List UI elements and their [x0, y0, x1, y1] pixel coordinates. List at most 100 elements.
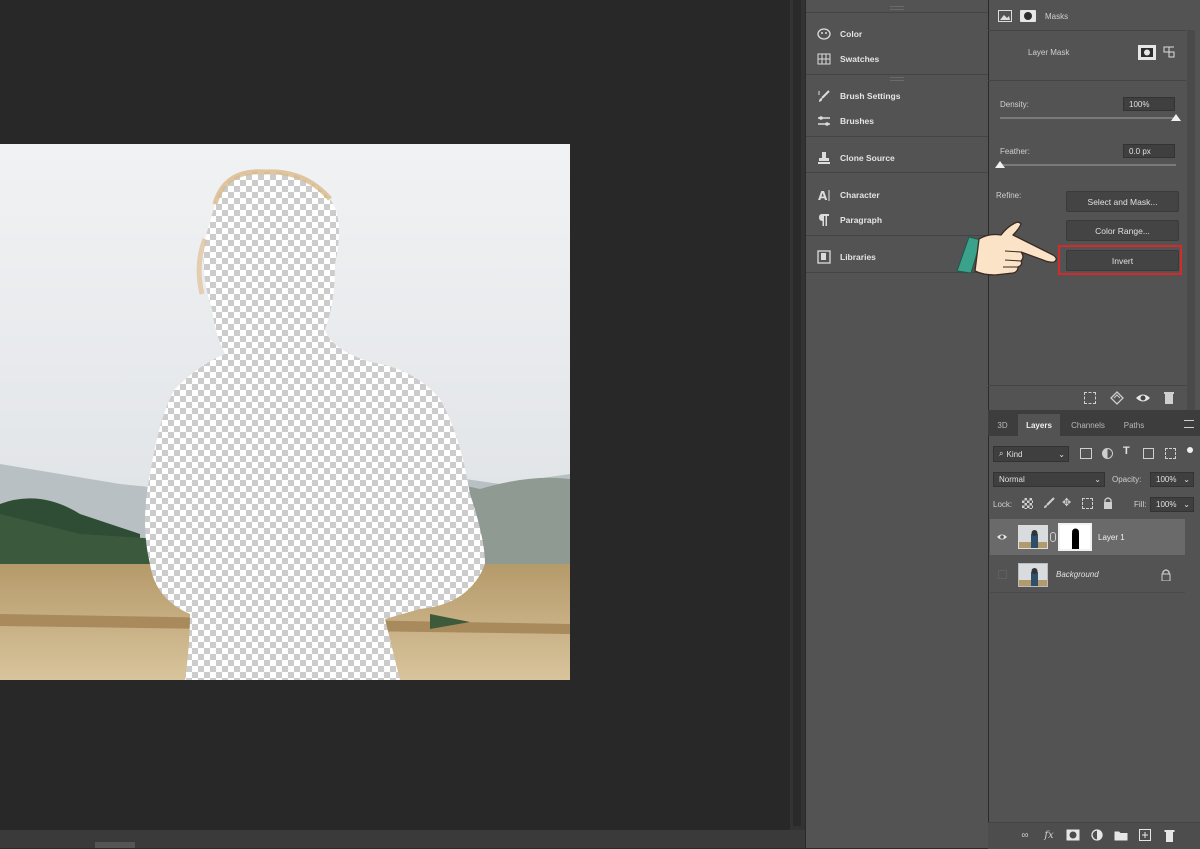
background-lock-icon	[1161, 569, 1171, 582]
dock-grip[interactable]	[890, 77, 904, 81]
panel-label-brushes: Brushes	[840, 116, 875, 126]
opacity-value: 100%	[1156, 475, 1177, 484]
panel-clone-source[interactable]: Clone Source	[816, 148, 981, 168]
add-mask-icon[interactable]	[1066, 828, 1080, 842]
fill-field[interactable]: 100% ⌄	[1150, 497, 1194, 512]
pointing-hand-icon	[955, 215, 1060, 280]
lock-transparent-pixels-icon[interactable]	[1022, 498, 1033, 509]
background-layer-name: Background	[1056, 570, 1099, 579]
dock-separator	[806, 172, 989, 173]
svg-text:A: A	[818, 189, 828, 202]
tab-3d[interactable]: 3D	[990, 414, 1015, 436]
apply-mask-icon[interactable]	[1110, 391, 1124, 405]
new-adjustment-layer-icon[interactable]	[1090, 828, 1104, 842]
opacity-label: Opacity:	[1112, 475, 1142, 484]
layer-mask-icon[interactable]	[1020, 10, 1036, 22]
layer-1-thumbnail[interactable]	[1018, 525, 1048, 549]
clone-stamp-icon	[816, 151, 832, 165]
search-icon: ⌕	[999, 449, 1004, 458]
panel-menu-icon[interactable]	[1184, 420, 1194, 428]
masked-photo[interactable]	[0, 144, 570, 680]
feather-field[interactable]: 0.0 px	[1123, 144, 1175, 158]
canvas-scroll-thumb[interactable]	[793, 0, 801, 826]
select-and-mask-button[interactable]: Select and Mask...	[1066, 191, 1179, 212]
density-slider-thumb[interactable]	[1171, 114, 1181, 121]
panel-label-brush-settings: Brush Settings	[840, 91, 901, 101]
toggle-mask-visibility-icon[interactable]	[1135, 391, 1151, 405]
panel-brush-settings[interactable]: Brush Settings	[816, 86, 981, 106]
panel-label-paragraph: Paragraph	[840, 215, 883, 225]
panel-color[interactable]: Color	[816, 24, 981, 44]
dock-separator	[806, 74, 989, 75]
panel-label-character: Character	[840, 190, 880, 200]
layer-visibility-off-box[interactable]	[998, 570, 1007, 579]
lock-position-icon[interactable]: ✥	[1062, 497, 1074, 509]
properties-separator	[988, 30, 1186, 31]
delete-mask-icon[interactable]	[1163, 391, 1175, 405]
properties-scrollbar[interactable]	[1187, 30, 1195, 410]
filter-shape-icon[interactable]	[1143, 448, 1154, 459]
feather-label: Feather:	[1000, 147, 1030, 156]
blend-mode-select[interactable]: Normal ⌄	[993, 472, 1105, 487]
dock-separator	[806, 136, 989, 137]
chevron-down-icon: ⌄	[1183, 475, 1190, 484]
panel-label-color: Color	[840, 29, 863, 39]
properties-separator	[988, 80, 1186, 81]
layer-style-fx-icon[interactable]: fx	[1042, 828, 1056, 842]
opacity-field[interactable]: 100% ⌄	[1150, 472, 1194, 487]
layer-row-layer-1[interactable]: Layer 1	[990, 519, 1185, 555]
lock-image-pixels-icon[interactable]	[1043, 497, 1055, 509]
panel-brushes[interactable]: Brushes	[816, 111, 981, 131]
filter-adjustment-icon[interactable]	[1102, 448, 1113, 459]
feather-slider-thumb[interactable]	[995, 161, 1005, 168]
select-vector-mask-icon[interactable]	[1162, 45, 1176, 60]
panel-swatches[interactable]: Swatches	[816, 49, 981, 69]
panel-label-libraries: Libraries	[840, 252, 876, 262]
layer-mask-link-icon[interactable]	[1050, 532, 1056, 542]
character-icon: A	[816, 188, 832, 202]
delete-layer-icon[interactable]	[1162, 828, 1176, 842]
density-field[interactable]: 100%	[1123, 97, 1175, 111]
refine-label: Refine:	[996, 191, 1022, 200]
filter-type-icon[interactable]: T	[1123, 445, 1135, 459]
feather-slider[interactable]	[1000, 164, 1176, 166]
fill-label: Fill:	[1134, 500, 1147, 509]
filter-toggle-icon[interactable]	[1187, 447, 1193, 453]
swatches-grid-icon	[816, 52, 832, 66]
layer-row-background[interactable]: Background	[990, 557, 1185, 593]
blend-mode-value: Normal	[999, 475, 1025, 484]
brush-settings-icon	[816, 89, 832, 103]
invert-button[interactable]: Invert	[1066, 250, 1179, 271]
libraries-icon	[816, 250, 832, 264]
new-layer-icon[interactable]	[1138, 828, 1152, 842]
link-layers-icon[interactable]: ∞	[1018, 828, 1032, 842]
tab-channels[interactable]: Channels	[1062, 414, 1114, 436]
load-selection-icon[interactable]	[1084, 392, 1096, 404]
tab-paths[interactable]: Paths	[1116, 414, 1152, 436]
layers-list-divider	[990, 592, 1185, 593]
lock-all-icon[interactable]	[1103, 497, 1113, 509]
lock-artboard-icon[interactable]	[1082, 498, 1093, 509]
masks-label: Masks	[1045, 12, 1069, 21]
filter-smart-object-icon[interactable]	[1165, 448, 1176, 459]
layer-visibility-eye-icon[interactable]	[996, 532, 1008, 542]
select-layer-mask-icon[interactable]	[1138, 45, 1156, 60]
chevron-down-icon: ⌄	[1058, 449, 1065, 459]
dock-grip[interactable]	[890, 6, 904, 10]
layer-filter-kind[interactable]: ⌕ Kind ⌄	[993, 446, 1069, 462]
background-thumbnail[interactable]	[1018, 563, 1048, 587]
panel-character[interactable]: A Character	[816, 185, 981, 205]
canvas-horizontal-scroll-handle[interactable]	[95, 842, 135, 848]
photo-with-transparent-silhouette	[0, 144, 570, 680]
tab-layers[interactable]: Layers	[1018, 414, 1060, 436]
density-label: Density:	[1000, 100, 1029, 109]
lock-label: Lock:	[993, 500, 1013, 509]
density-slider[interactable]	[1000, 117, 1176, 119]
new-group-folder-icon[interactable]	[1114, 828, 1128, 842]
pixel-mask-icon[interactable]	[998, 10, 1012, 22]
layer-1-mask-thumbnail[interactable]	[1058, 523, 1092, 551]
brush-icon	[816, 114, 832, 128]
color-range-button[interactable]: Color Range...	[1066, 220, 1179, 241]
dock-separator	[806, 12, 989, 13]
filter-pixel-icon[interactable]	[1080, 448, 1092, 459]
